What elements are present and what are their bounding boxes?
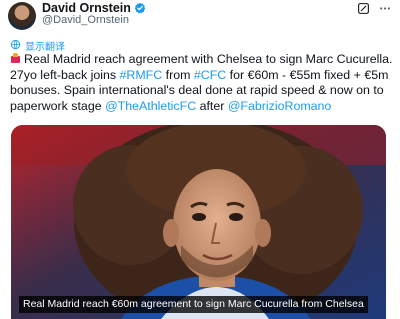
tweet-line-2-b: from: [162, 67, 194, 82]
author-name-row: David Ornstein: [42, 1, 146, 15]
tweet-line-4: paperwork stage @TheAthleticFC after @Fa…: [10, 99, 395, 115]
translate-icon: [10, 39, 21, 53]
tweet-line-3: bonuses. Spain international's deal done…: [10, 83, 384, 97]
mention-theathleticfc[interactable]: @TheAthleticFC: [105, 99, 196, 113]
mention-fabrizioromano[interactable]: @FabrizioRomano: [228, 99, 331, 113]
siren-emoji-icon: [10, 53, 21, 64]
translate-link[interactable]: 显示翻译: [10, 38, 65, 53]
tweet: David Ornstein @David_Ornstein 显示翻译 Real…: [0, 0, 400, 319]
tweet-line-1: Real Madrid reach agreement with Chelsea…: [10, 52, 395, 68]
grok-icon[interactable]: [357, 2, 370, 15]
tweet-actions: [357, 2, 392, 15]
media-caption: Real Madrid reach €60m agreement to sign…: [19, 296, 368, 313]
tweet-line-2: 27yo left-back joins #RMFC from #CFC for…: [10, 68, 395, 84]
tweet-line-4-b: after: [196, 98, 228, 113]
hashtag-rmfc[interactable]: #RMFC: [120, 68, 163, 82]
display-name[interactable]: David Ornstein: [42, 1, 131, 15]
tweet-line-2-a: 27yo left-back joins: [10, 67, 120, 82]
tweet-line-4-a: paperwork stage: [10, 98, 106, 113]
tweet-line-1-text: Real Madrid reach agreement with Chelsea…: [24, 52, 393, 66]
author-handle[interactable]: @David_Ornstein: [42, 14, 129, 26]
more-icon[interactable]: [378, 2, 392, 15]
player-photo: [11, 125, 386, 319]
translate-label: 显示翻译: [25, 42, 65, 53]
tweet-line-2-c: for €60m - €55m fixed + €5m: [226, 67, 389, 82]
avatar[interactable]: [8, 2, 36, 30]
verified-badge-icon: [134, 2, 146, 14]
tweet-media-image[interactable]: [11, 125, 386, 319]
hashtag-cfc[interactable]: #CFC: [194, 68, 226, 82]
tweet-text: Real Madrid reach agreement with Chelsea…: [10, 52, 395, 114]
